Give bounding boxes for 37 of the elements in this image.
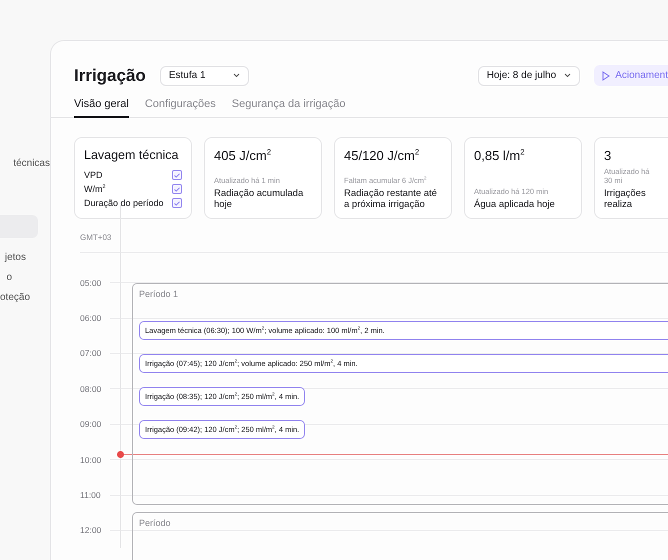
chevron-down-icon xyxy=(564,73,572,78)
chevron-down-icon xyxy=(232,73,240,78)
timezone-label: GMT+03 xyxy=(80,233,112,244)
hour-label: 12:00 xyxy=(80,525,102,536)
sidebar-item[interactable]: jetos xyxy=(0,248,50,268)
card-title: Lavagem técnica xyxy=(84,148,180,162)
hour-label: 10:00 xyxy=(80,454,102,465)
hour-label: 06:00 xyxy=(80,313,102,324)
metric-value: 0,85 l/m$^{2}$ xyxy=(474,148,526,165)
sidebar-item[interactable]: o xyxy=(0,268,50,288)
checkbox-label: Duração do período xyxy=(84,198,164,208)
hour-label: 11:00 xyxy=(80,490,102,500)
period-label: Período 1 xyxy=(139,289,180,299)
checkbox-label: VPD xyxy=(84,170,103,180)
hour-label: 08:00 xyxy=(80,384,102,394)
checkbox[interactable] xyxy=(172,184,182,194)
page-title: Irrigação xyxy=(74,66,146,86)
hour-label: 07:00 xyxy=(80,348,102,358)
metric-value: 3 xyxy=(604,148,612,165)
metric-value: 45/120 J/cm$^{2}$ xyxy=(344,148,420,165)
metric-caption: Radiação acumulada hoje xyxy=(214,188,304,210)
sidebar-item[interactable]: oteção xyxy=(0,288,50,308)
hour-label: 05:00 xyxy=(80,278,102,288)
tab[interactable]: Visão geral xyxy=(74,98,129,118)
sidebar-item[interactable]: técnicas xyxy=(0,154,50,174)
checkbox[interactable] xyxy=(172,170,182,180)
metric-caption: Radiação restante até a próxima irrigação xyxy=(344,188,438,210)
hour-label: 09:00 xyxy=(80,419,102,430)
metric-caption: Água aplicada hoje xyxy=(474,199,556,210)
greenhouse-dropdown[interactable]: Estufa 1 xyxy=(160,66,249,86)
metric-caption: Irrigações realiza xyxy=(604,188,647,210)
play-icon xyxy=(602,70,610,80)
metric-value: 405 J/cm$^{2}$ xyxy=(214,148,272,165)
checkbox-label: W/m$^{2}$ xyxy=(84,184,106,194)
date-dropdown[interactable]: Hoje: 8 de julho xyxy=(478,66,580,86)
checkbox[interactable] xyxy=(172,198,182,208)
period-label: Período xyxy=(139,518,172,528)
